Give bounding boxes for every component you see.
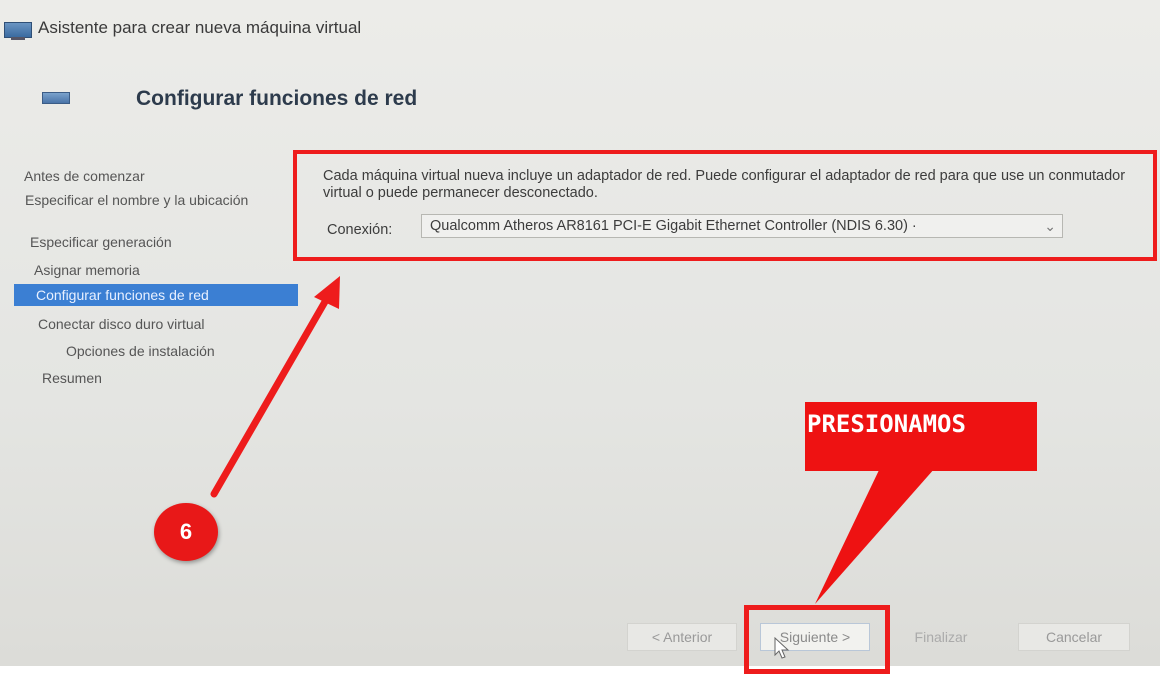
- annotation-arrows: [210, 276, 935, 604]
- callout-box: PRESIONAMOS: [805, 402, 1037, 471]
- callout-text: PRESIONAMOS: [807, 410, 966, 438]
- callout-pointer: [815, 468, 935, 604]
- mouse-pointer-icon: [774, 637, 790, 659]
- highlight-next-button: [744, 605, 890, 674]
- arrow-to-content: [210, 276, 340, 498]
- step-number-badge: 6: [154, 503, 218, 561]
